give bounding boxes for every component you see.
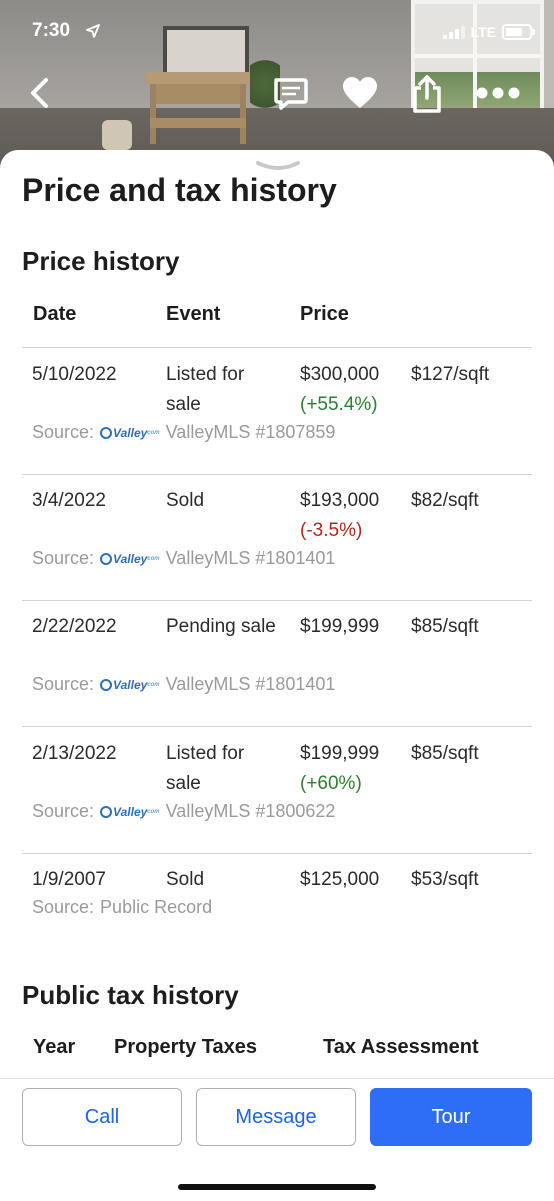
source-label: Source: [32, 897, 95, 917]
source-value: ValleyMLS #1800622 [165, 801, 336, 821]
row-price: $300,000 [300, 364, 380, 385]
column-header-price: Price [300, 303, 349, 325]
tour-button[interactable]: Tour [370, 1088, 532, 1146]
row-event: Listed for sale [166, 364, 245, 415]
column-header-date: Date [33, 303, 77, 325]
row-price-change: (-3.5%) [300, 520, 363, 541]
row-date: 1/9/2007 [32, 869, 106, 890]
row-price-change: (+60%) [300, 773, 362, 794]
divider [22, 474, 532, 475]
tax-history-title: Public tax history [22, 980, 239, 1010]
valleymls-logo-icon: Valley com [100, 678, 160, 692]
signal-icon [442, 25, 465, 39]
row-price-change: (+55.4%) [300, 394, 378, 415]
row-event: Pending sale [166, 616, 276, 637]
source-label: Source: [32, 422, 95, 442]
action-bar: Call Message Tour [0, 1078, 554, 1201]
row-event: Sold [166, 490, 205, 511]
row-event: Sold [166, 869, 205, 890]
row-price: $125,000 [300, 869, 380, 890]
source-label: Source: [32, 801, 95, 821]
row-date: 2/22/2022 [32, 616, 117, 637]
row-source: Source: Valley com ValleyMLS #1800622 [32, 801, 335, 822]
source-value: ValleyMLS #1807859 [165, 422, 336, 442]
divider [22, 347, 532, 348]
divider [22, 853, 532, 854]
row-price-per-sqft: $53/sqft [411, 869, 479, 890]
divider [22, 726, 532, 727]
message-button[interactable]: Message [196, 1088, 356, 1146]
row-price-per-sqft: $85/sqft [411, 743, 479, 764]
valleymls-logo-icon: Valley com [100, 552, 160, 566]
row-price: $193,000 [300, 490, 380, 511]
home-indicator [178, 1184, 376, 1190]
row-price-per-sqft: $127/sqft [411, 364, 490, 385]
valleymls-logo-icon: Valley com [100, 805, 160, 819]
row-source: Source: Valley com ValleyMLS #1801401 [32, 674, 335, 695]
photo-console-table [146, 72, 250, 84]
status-indicators: LTE [442, 24, 535, 40]
battery-icon [502, 24, 535, 40]
source-label: Source: [32, 674, 95, 694]
network-label: LTE [470, 24, 496, 40]
row-date: 3/4/2022 [32, 490, 106, 511]
chat-bubble-icon[interactable] [272, 76, 308, 112]
valleymls-logo-icon: Valley com [100, 426, 160, 440]
status-time: 7:30 [32, 20, 71, 41]
share-icon[interactable] [411, 74, 443, 114]
location-arrow-icon [86, 24, 100, 38]
row-price-per-sqft: $82/sqft [411, 490, 479, 511]
call-button[interactable]: Call [22, 1088, 182, 1146]
column-header-event: Event [166, 303, 221, 325]
history-sheet: Price and tax history Price history Date… [0, 150, 554, 1200]
more-dots-icon[interactable] [476, 86, 520, 100]
row-source: Source: Valley com ValleyMLS #1807859 [32, 422, 335, 443]
row-source: Source: Public Record [32, 897, 212, 918]
column-header-tax-assessment: Tax Assessment [323, 1036, 479, 1058]
photo-stool [102, 120, 132, 150]
heart-icon[interactable] [342, 76, 378, 110]
source-value: Public Record [100, 897, 213, 917]
divider [22, 600, 532, 601]
column-header-property-taxes: Property Taxes [114, 1036, 258, 1058]
chevron-left-icon[interactable] [28, 76, 52, 110]
row-price: $199,999 [300, 743, 380, 764]
source-value: ValleyMLS #1801401 [165, 674, 336, 694]
row-event: Listed for sale [166, 743, 245, 794]
row-date: 2/13/2022 [32, 743, 117, 764]
source-value: ValleyMLS #1801401 [165, 548, 336, 568]
row-price-per-sqft: $85/sqft [411, 616, 479, 637]
row-source: Source: Valley com ValleyMLS #1801401 [32, 548, 335, 569]
price-history-title: Price history [22, 246, 180, 276]
row-price: $199,999 [300, 616, 380, 637]
column-header-year: Year [33, 1036, 76, 1058]
row-date: 5/10/2022 [32, 364, 117, 385]
page-title: Price and tax history [22, 172, 337, 208]
source-label: Source: [32, 548, 95, 568]
